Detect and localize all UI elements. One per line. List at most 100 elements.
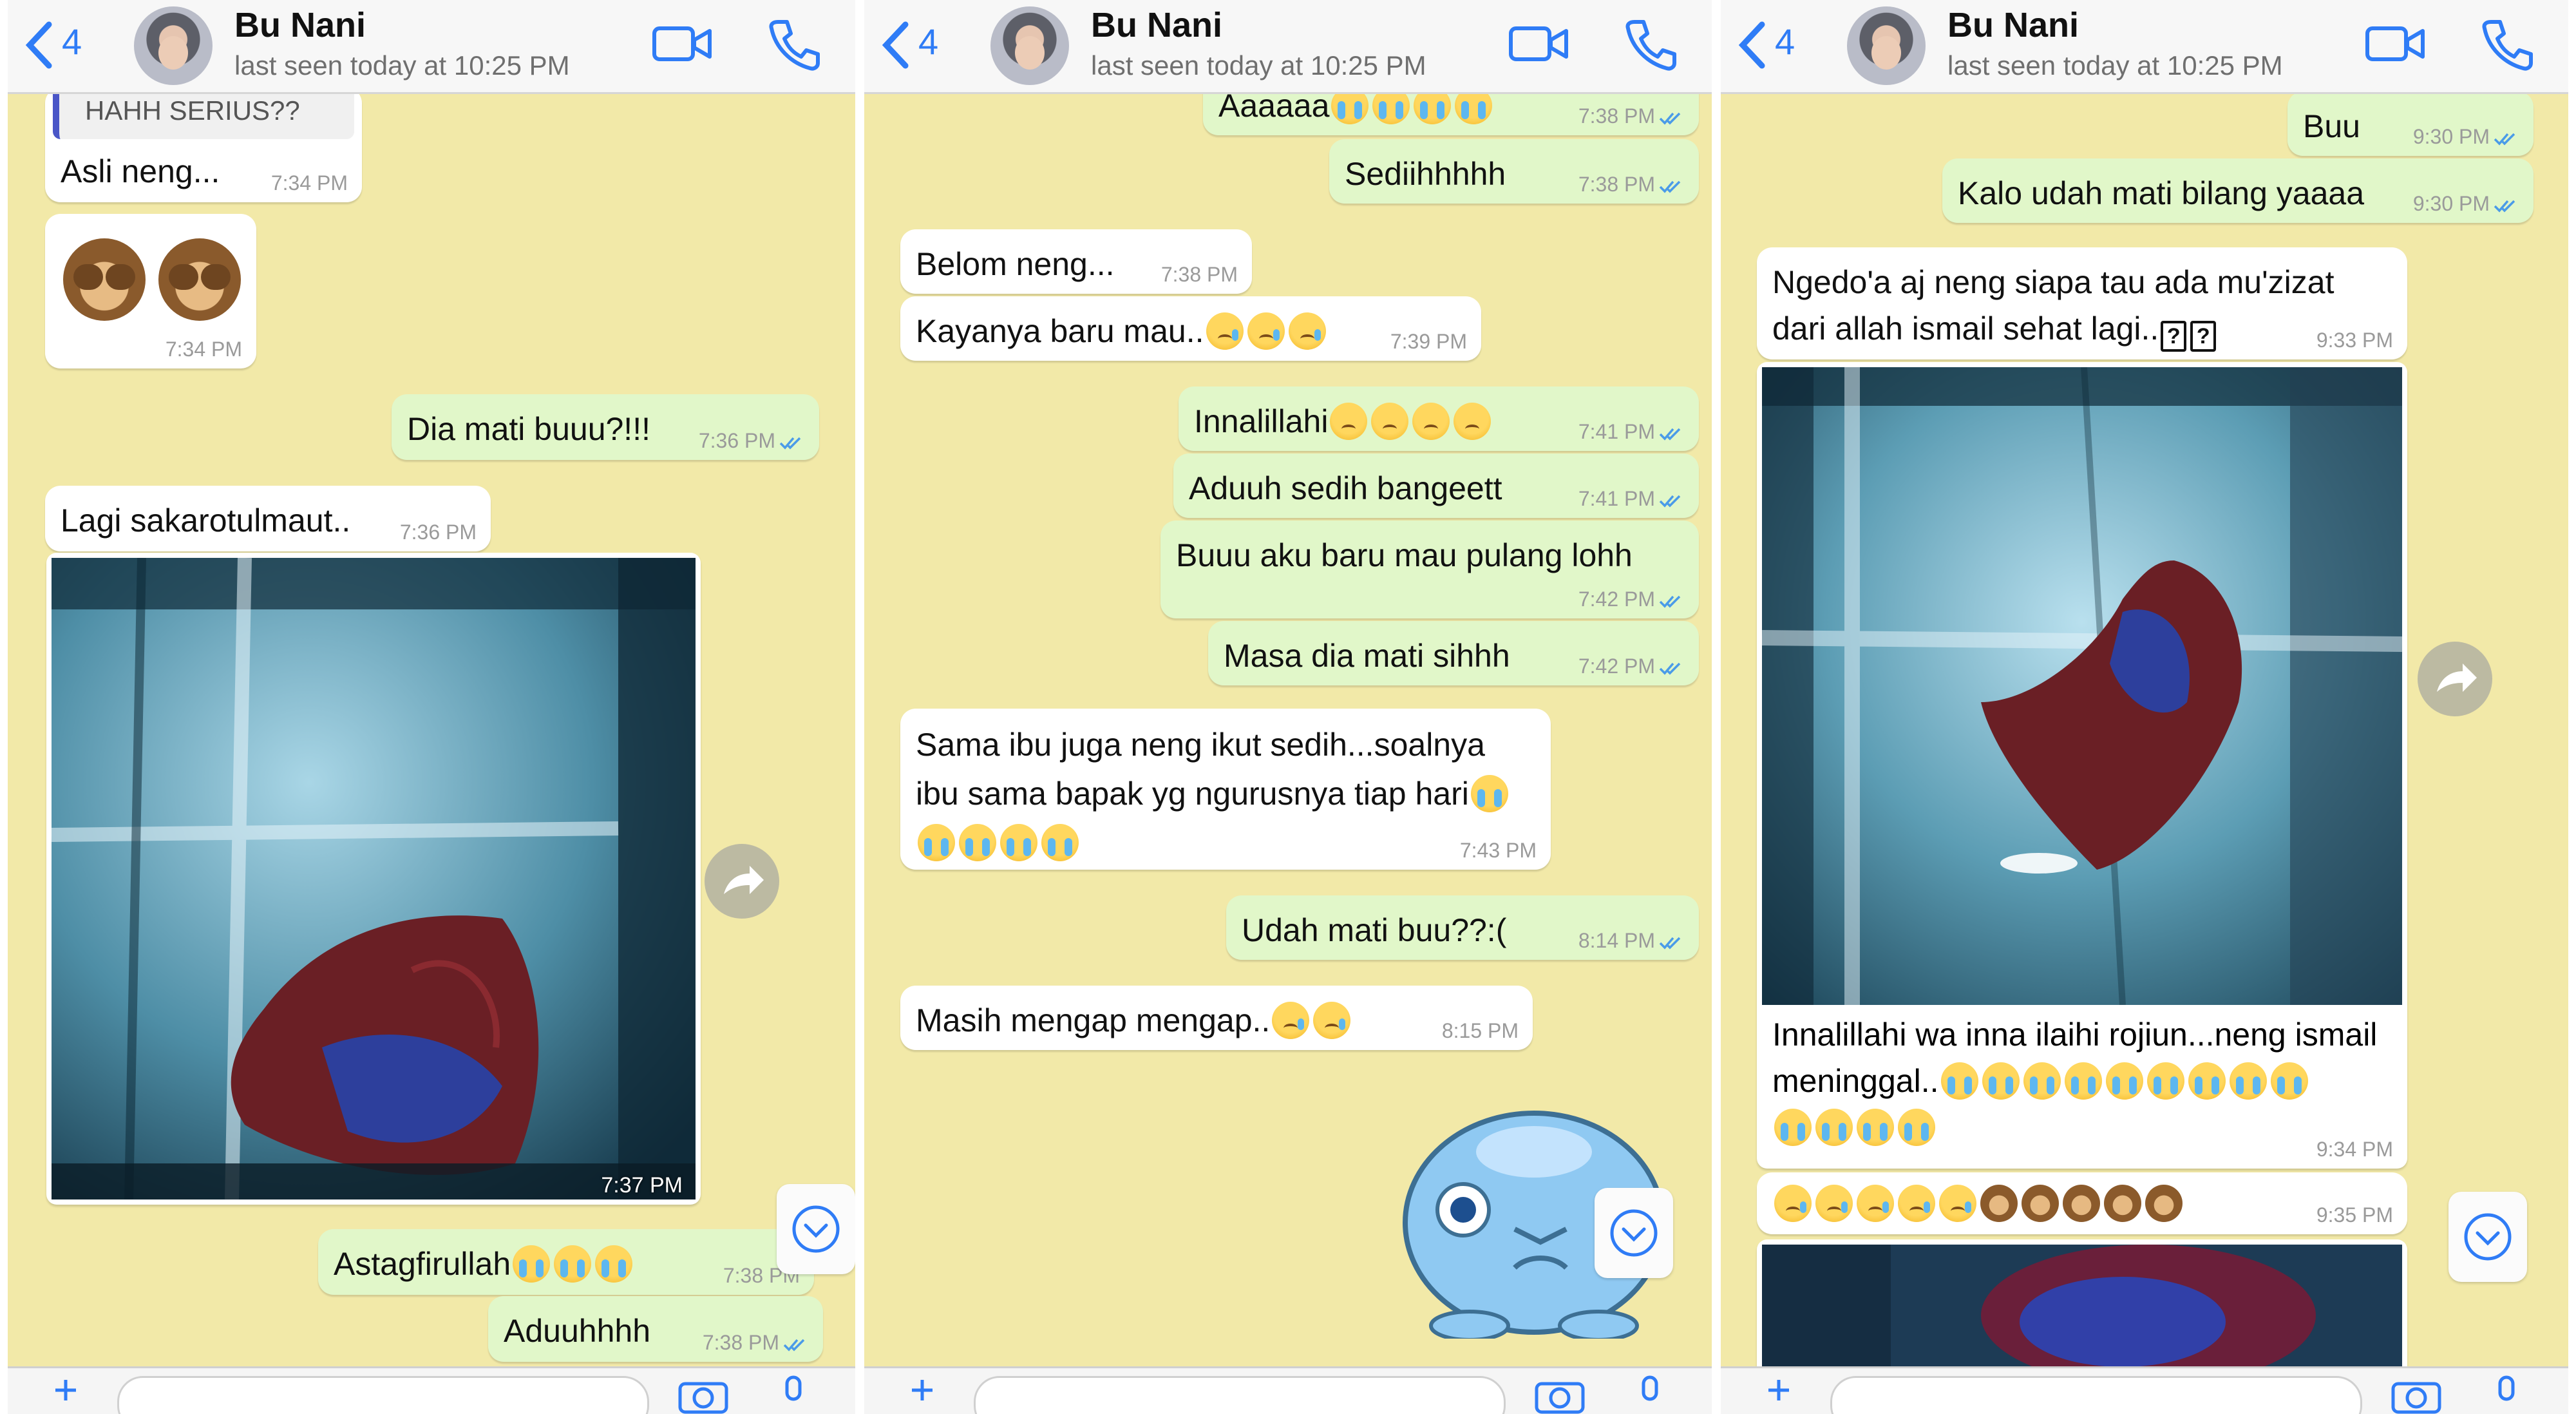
phone-icon[interactable] xyxy=(1623,17,1678,72)
forward-button[interactable] xyxy=(705,844,779,919)
message-bubble-outgoing[interactable]: Sediihhhhh 7:38 PM xyxy=(1329,139,1699,204)
plus-icon[interactable] xyxy=(909,1377,935,1403)
back-count[interactable]: 4 xyxy=(1775,21,1795,62)
crying-face-icon xyxy=(1000,824,1037,861)
sad-tear-face-icon xyxy=(1939,1185,1976,1222)
phone-icon[interactable] xyxy=(2479,17,2535,72)
crying-face-icon xyxy=(595,1245,633,1283)
video-call-icon[interactable] xyxy=(1508,23,1570,64)
sad-tear-face-icon xyxy=(1272,1002,1310,1039)
message-bubble-outgoing[interactable]: Aduuh sedih bangeett 7:41 PM xyxy=(1173,454,1699,518)
crying-face-icon xyxy=(2188,1062,2226,1100)
video-call-icon[interactable] xyxy=(2365,23,2427,64)
avatar[interactable] xyxy=(1847,6,1926,85)
photo-message[interactable]: 7:37 PM xyxy=(46,553,701,1205)
message-bubble-incoming[interactable]: Kayanya baru mau.. 7:39 PM xyxy=(900,296,1481,361)
back-count[interactable]: 4 xyxy=(918,21,938,62)
quoted-reply[interactable]: HAHH SERIUS?? xyxy=(53,94,354,139)
message-bubble-outgoing[interactable]: Astagfirullah 7:38 PM xyxy=(318,1229,814,1295)
scroll-to-bottom-button[interactable] xyxy=(777,1184,855,1274)
crying-face-icon xyxy=(1331,94,1369,124)
message-bubble-incoming[interactable]: Sama ibu juga neng ikut sedih...soalnya … xyxy=(900,709,1551,870)
message-meta: 7:38 PM xyxy=(703,1331,809,1354)
microphone-icon[interactable] xyxy=(781,1375,806,1413)
message-bubble-outgoing[interactable]: Aaaaaa 7:38 PM xyxy=(1203,94,1699,135)
message-text-line-1: Sama ibu juga neng ikut sedih...soalnya xyxy=(916,727,1485,763)
phone-icon[interactable] xyxy=(766,17,822,72)
message-input[interactable] xyxy=(974,1376,1506,1414)
scroll-to-bottom-button[interactable] xyxy=(2448,1192,2527,1282)
message-time: 7:36 PM xyxy=(698,429,775,452)
photo-message[interactable] xyxy=(1757,1239,2407,1366)
sad-tear-face-icon xyxy=(1857,1185,1894,1222)
avatar[interactable] xyxy=(990,6,1069,85)
message-text: Kalo udah mati bilang yaaaa xyxy=(1958,175,2365,211)
message-bubble-outgoing[interactable]: Innalillahi 7:41 PM xyxy=(1179,387,1699,451)
contact-name[interactable]: Bu Nani xyxy=(234,5,366,45)
message-bubble-outgoing[interactable]: Masa dia mati sihhh 7:42 PM xyxy=(1208,621,1699,685)
scroll-down-icon xyxy=(2464,1213,2512,1261)
message-list[interactable]: HAHH SERIUS?? Asli neng... 7:34 PM 7:34 … xyxy=(8,94,855,1366)
camera-icon[interactable] xyxy=(1534,1376,1586,1414)
scroll-to-bottom-button[interactable] xyxy=(1595,1188,1673,1278)
message-text: Aduuh sedih bangeett xyxy=(1189,470,1502,506)
plus-icon[interactable] xyxy=(1766,1377,1792,1403)
fish-tank-photo[interactable] xyxy=(1762,367,2402,1005)
message-bubble-outgoing[interactable]: Dia mati buuu?!!! 7:36 PM xyxy=(392,394,819,460)
last-seen-status: last seen today at 10:25 PM xyxy=(1091,50,1426,81)
camera-icon[interactable] xyxy=(677,1376,729,1414)
message-bubble-outgoing[interactable]: Buu 9:30 PM xyxy=(2287,94,2533,156)
photo-message-with-caption[interactable]: Innalillahi wa inna ilaihi rojiun...neng… xyxy=(1757,362,2407,1169)
back-chevron-icon[interactable] xyxy=(22,19,58,71)
message-meta: 7:42 PM xyxy=(1578,588,1685,611)
read-receipt-icon xyxy=(1659,662,1681,675)
emoji-row xyxy=(1772,1104,2377,1151)
back-count[interactable]: 4 xyxy=(62,21,82,62)
fish-closeup-photo[interactable] xyxy=(1762,1245,2402,1366)
read-receipt-icon xyxy=(783,1339,805,1352)
microphone-icon[interactable] xyxy=(2494,1375,2519,1413)
back-chevron-icon[interactable] xyxy=(878,19,914,71)
message-text: dari allah ismail sehat lagi.. xyxy=(1772,311,2159,347)
message-time: 7:36 PM xyxy=(399,521,477,544)
chat-panel-1: 4 Bu Nani last seen today at 10:25 PM HA… xyxy=(8,0,855,1414)
contact-name[interactable]: Bu Nani xyxy=(1091,5,1222,45)
message-bubble-incoming[interactable]: HAHH SERIUS?? Asli neng... 7:34 PM xyxy=(45,94,362,202)
message-input[interactable] xyxy=(117,1376,649,1414)
forward-button[interactable] xyxy=(2418,642,2492,716)
message-bubble-incoming[interactable]: Lagi sakarotulmaut.. 7:36 PM xyxy=(45,486,491,551)
message-bubble-outgoing[interactable]: Udah mati buu??:( 8:14 PM xyxy=(1226,895,1699,960)
message-text: Dia mati buuu?!!! xyxy=(407,411,650,447)
message-bubble-outgoing[interactable]: Aduuhhhh 7:38 PM xyxy=(488,1296,823,1362)
crying-face-icon xyxy=(2146,1062,2184,1100)
message-bubble-incoming[interactable]: 9:35 PM xyxy=(1757,1172,2407,1234)
contact-name[interactable]: Bu Nani xyxy=(1947,5,2079,45)
photo-time: 7:37 PM xyxy=(601,1173,683,1198)
message-bubble-incoming[interactable]: 7:34 PM xyxy=(45,214,256,368)
crying-face-icon xyxy=(1940,1062,1978,1100)
forward-icon xyxy=(724,866,764,894)
fish-tank-photo[interactable] xyxy=(52,558,696,1199)
message-bubble-incoming[interactable]: Belom neng... 7:38 PM xyxy=(900,229,1252,294)
message-bubble-outgoing[interactable]: Buuu aku baru mau pulang lohh 7:42 PM xyxy=(1160,521,1699,618)
message-bubble-outgoing[interactable]: Kalo udah mati bilang yaaaa 9:30 PM xyxy=(1942,158,2533,223)
message-list[interactable]: Aaaaaa 7:38 PM Sediihhhhh 7:38 PM Belom … xyxy=(864,94,1712,1366)
message-time: 7:41 PM xyxy=(1578,420,1655,443)
emoji-row xyxy=(916,818,1535,867)
scroll-down-icon xyxy=(1610,1209,1658,1257)
message-bubble-incoming[interactable]: Ngedo'a aj neng siapa tau ada mu'zizat d… xyxy=(1757,247,2407,359)
message-bubble-incoming[interactable]: Masih mengap mengap.. 8:15 PM xyxy=(900,986,1533,1050)
camera-icon[interactable] xyxy=(2391,1376,2442,1414)
video-call-icon[interactable] xyxy=(652,23,714,64)
see-no-evil-monkey-icon xyxy=(2145,1185,2183,1222)
message-time: 7:42 PM xyxy=(1578,654,1655,678)
plus-icon[interactable] xyxy=(53,1377,79,1403)
microphone-icon[interactable] xyxy=(1637,1375,1663,1413)
message-list[interactable]: Buu 9:30 PM Kalo udah mati bilang yaaaa … xyxy=(1721,94,2568,1366)
message-time: 7:43 PM xyxy=(1459,839,1537,862)
message-time: 9:30 PM xyxy=(2412,125,2490,148)
read-receipt-icon xyxy=(2494,133,2515,146)
avatar[interactable] xyxy=(134,6,213,85)
message-input[interactable] xyxy=(1830,1376,2362,1414)
back-chevron-icon[interactable] xyxy=(1735,19,1771,71)
